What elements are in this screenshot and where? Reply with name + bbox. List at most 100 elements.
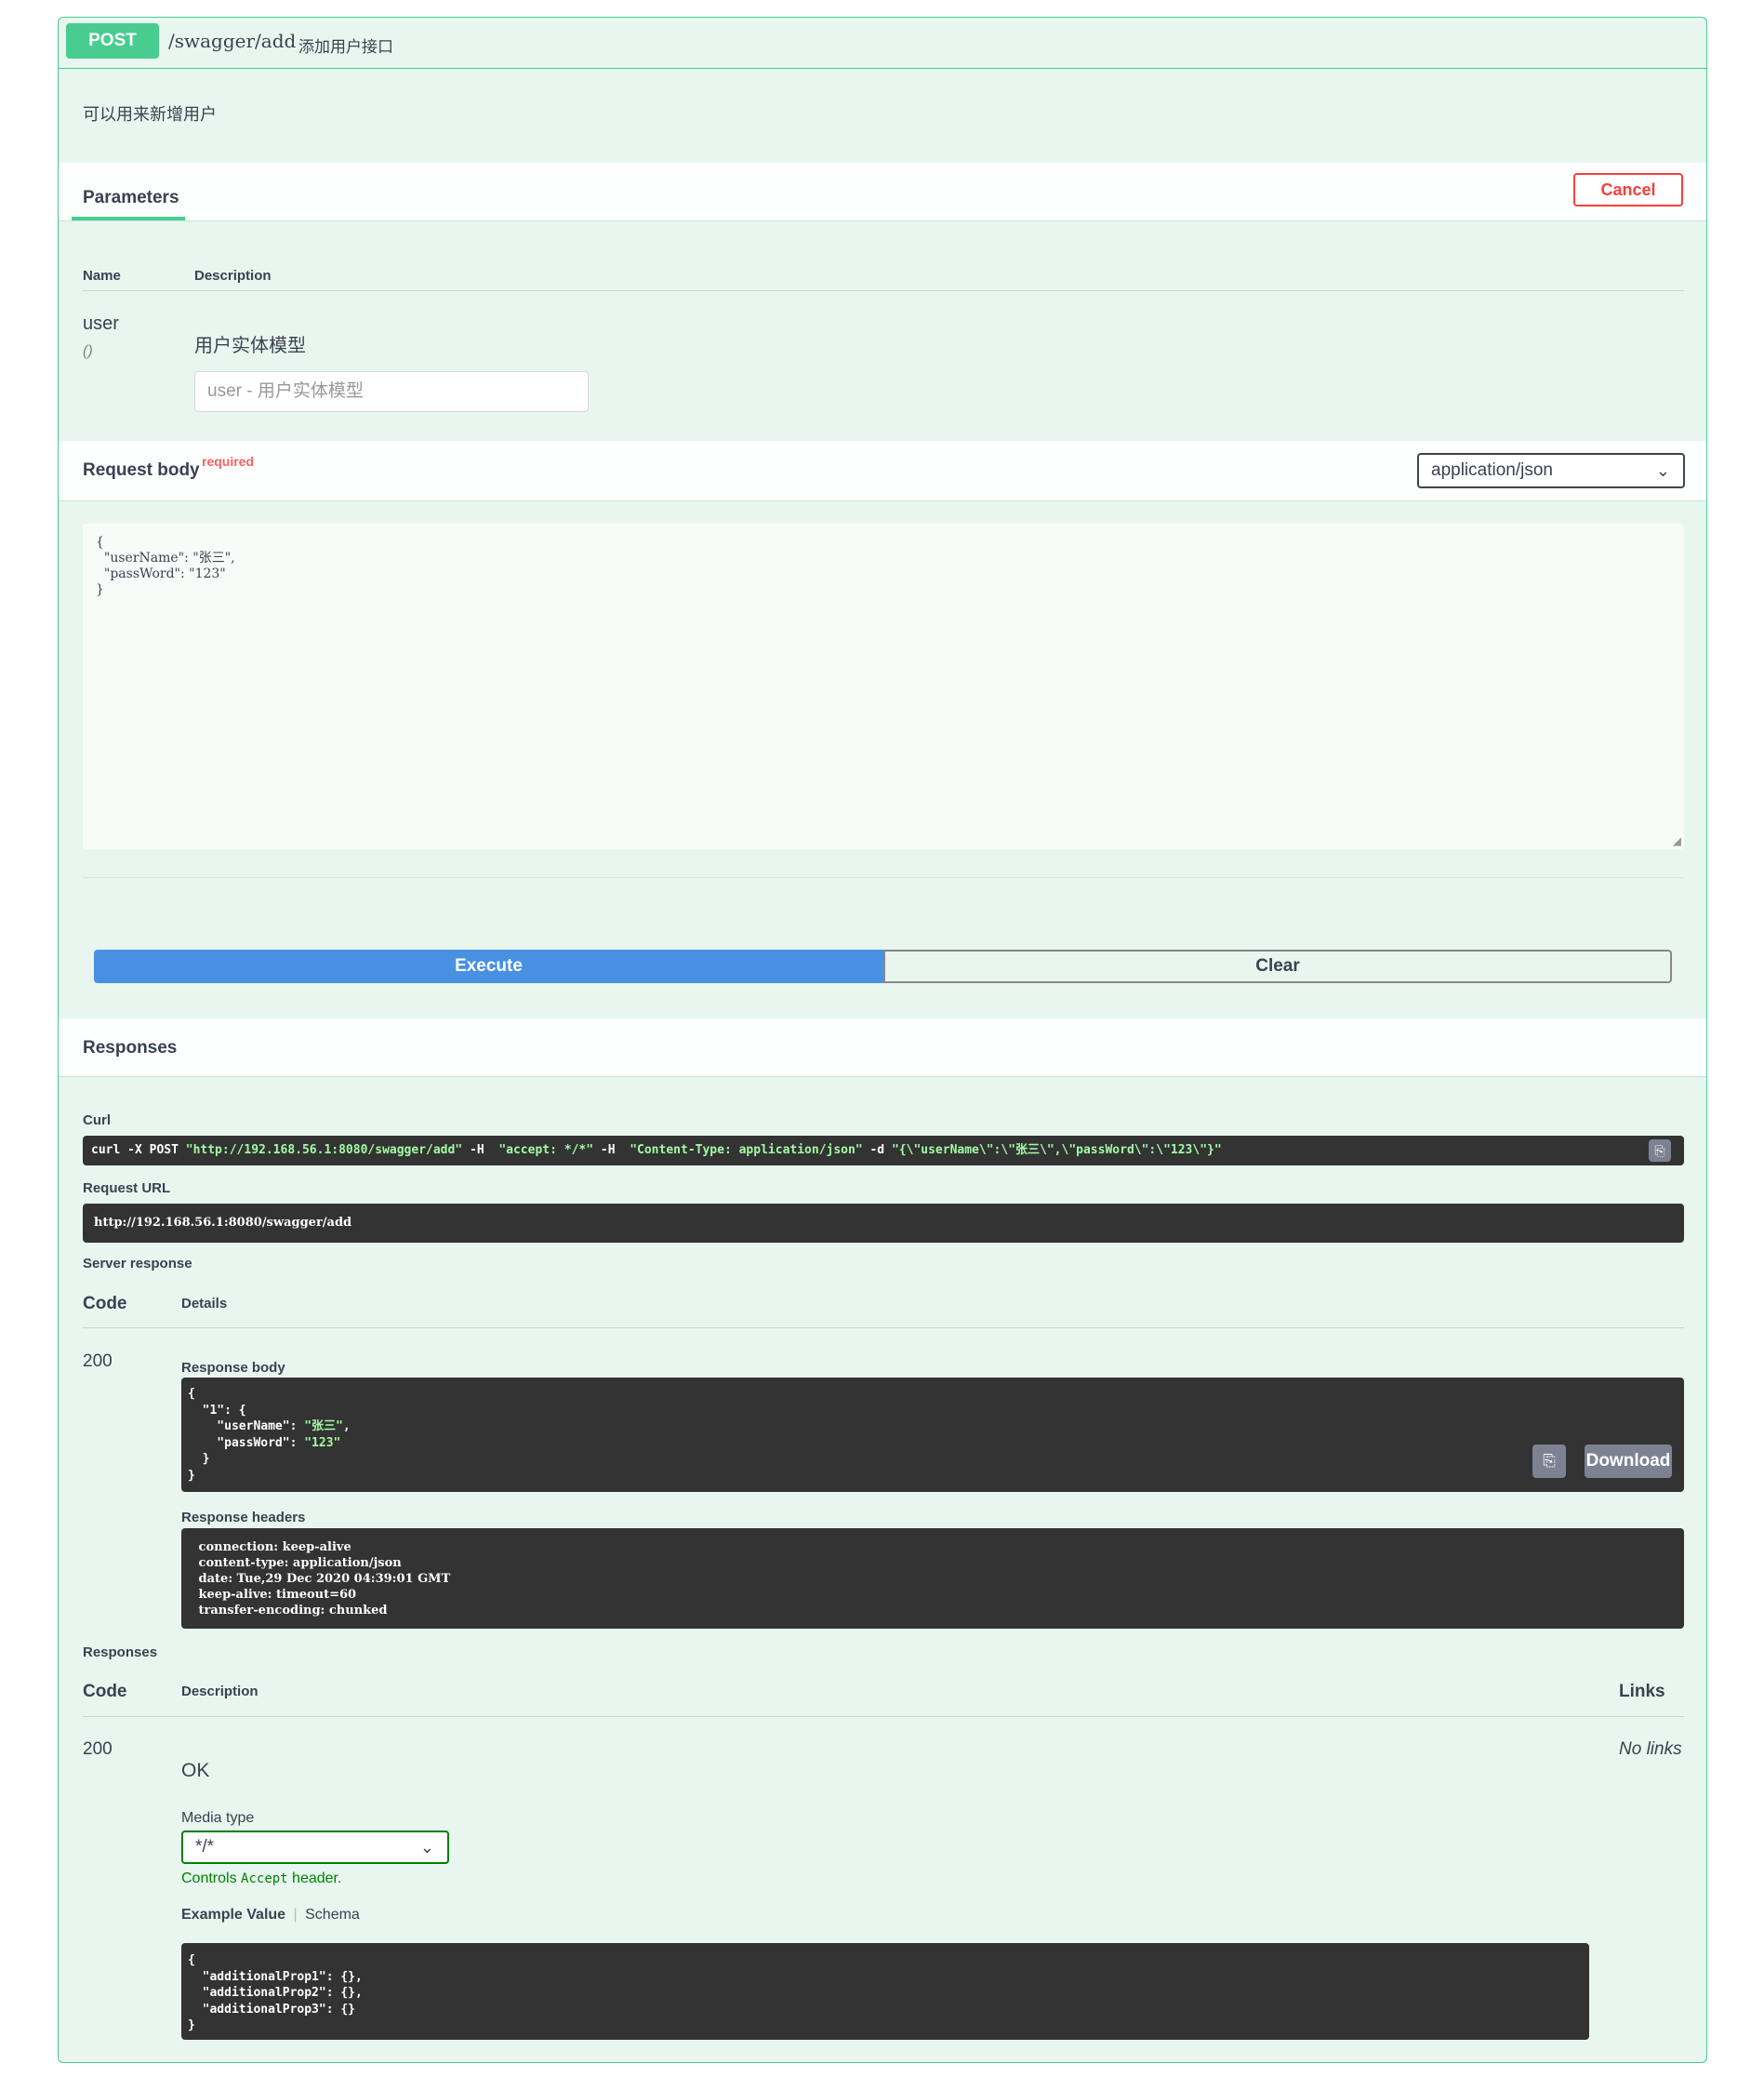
- chevron-down-icon: ⌄: [419, 1838, 434, 1857]
- response-headers-label: Response headers: [181, 1510, 306, 1525]
- tab-underline: [72, 217, 185, 220]
- curl-command[interactable]: curl -X POST "http://192.168.56.1:8080/s…: [83, 1136, 1684, 1165]
- copy-icon[interactable]: ⎘: [1649, 1139, 1671, 1162]
- response-body-label: Response body: [181, 1360, 285, 1376]
- parameters-header: Parameters: [59, 163, 1706, 221]
- response-headers[interactable]: connection: keep-alive content-type: app…: [181, 1528, 1684, 1629]
- note-code: Accept: [241, 1871, 288, 1886]
- controls-accept-note: Controls Accept header.: [181, 1871, 341, 1887]
- code-line: "1": {: [188, 1403, 246, 1418]
- operation-summary-text: 添加用户接口: [298, 38, 393, 56]
- json-value: "123": [304, 1435, 341, 1450]
- required-badge: required: [202, 454, 255, 469]
- header-line: content-type: application/json: [194, 1556, 402, 1570]
- content-type-value: application/json: [1431, 460, 1553, 480]
- user-param-input[interactable]: user - 用户实体模型: [194, 371, 589, 412]
- divider: [83, 1327, 1684, 1328]
- cancel-button[interactable]: Cancel: [1573, 173, 1683, 206]
- code-line: }: [188, 1468, 195, 1483]
- response-headers-text: connection: keep-alive content-type: app…: [194, 1539, 451, 1618]
- header-line: transfer-encoding: chunked: [194, 1604, 388, 1618]
- note-text: header.: [287, 1871, 342, 1886]
- curl-flag: -H: [462, 1143, 499, 1157]
- curl-flag: -d: [862, 1143, 892, 1157]
- col-links-header: Links: [1619, 1682, 1665, 1701]
- chevron-down-icon: ⌄: [1655, 461, 1670, 480]
- divider: [83, 290, 1684, 291]
- curl-body: "{\"userName\":\"张三\",\"passWord\":\"123…: [891, 1143, 1222, 1157]
- operation-summary[interactable]: POST /swagger/add 添加用户接口: [59, 18, 1706, 69]
- json-punct: ,: [342, 1419, 351, 1433]
- media-type-select[interactable]: */* ⌄: [181, 1831, 449, 1864]
- request-body-editor[interactable]: { "userName": "张三", "passWord": "123"} ◢: [83, 524, 1684, 849]
- tab-parameters[interactable]: Parameters: [83, 188, 179, 208]
- json-key: "passWord":: [188, 1435, 305, 1450]
- col-name-header: Name: [83, 268, 121, 284]
- execute-button[interactable]: Execute: [94, 950, 883, 983]
- code-line: "passWord": "123": [188, 1435, 351, 1452]
- code-line: }: [96, 582, 104, 597]
- media-type-label: Media type: [181, 1810, 255, 1826]
- example-value-text: { "additionalProp1": {}, "additionalProp…: [188, 1952, 363, 2034]
- col-description-header: Description: [194, 268, 272, 284]
- content-type-select[interactable]: application/json ⌄: [1417, 453, 1685, 488]
- code-line: "additionalProp3": {}: [188, 2002, 356, 2017]
- download-button[interactable]: Download: [1585, 1445, 1672, 1478]
- request-body-title: Request body: [83, 460, 200, 480]
- curl-url: "http://192.168.56.1:8080/swagger/add": [185, 1143, 463, 1157]
- code-line: "userName": "张三",: [188, 1418, 351, 1435]
- resize-handle-icon[interactable]: ◢: [1673, 833, 1681, 849]
- code-line: {: [188, 1387, 195, 1401]
- operation-path: /swagger/add: [168, 30, 297, 52]
- curl-accept: "accept: */*": [498, 1143, 594, 1157]
- clear-button[interactable]: Clear: [883, 950, 1672, 983]
- copy-icon[interactable]: ⎘: [1532, 1445, 1566, 1478]
- header-line: keep-alive: timeout=60: [194, 1588, 357, 1602]
- response-code: 200: [83, 1351, 113, 1371]
- col-code-header: Code: [83, 1682, 127, 1701]
- tab-schema[interactable]: Schema: [305, 1907, 360, 1923]
- response-body-text: { "1": { "userName": "张三", "passWord": "…: [188, 1386, 351, 1484]
- code-line: "passWord": "123": [96, 566, 226, 581]
- request-url-value[interactable]: http://192.168.56.1:8080/swagger/add: [83, 1204, 1684, 1243]
- response-body[interactable]: { "1": { "userName": "张三", "passWord": "…: [181, 1378, 1684, 1492]
- curl-content-type: "Content-Type: application/json": [630, 1143, 863, 1157]
- param-in: (): [83, 343, 93, 359]
- json-value: "张三": [304, 1419, 343, 1433]
- tab-example-value[interactable]: Example Value: [181, 1907, 285, 1923]
- media-type-value: */*: [195, 1837, 215, 1857]
- code-line: "additionalProp2": {},: [188, 1986, 363, 2000]
- operation-block: POST /swagger/add 添加用户接口 可以用来新增用户 Parame…: [58, 17, 1707, 2063]
- responses-doc-label: Responses: [83, 1644, 158, 1660]
- responses-header: Responses: [59, 1019, 1706, 1077]
- code-line: }: [188, 2018, 195, 2032]
- curl-label: Curl: [83, 1112, 111, 1128]
- response-description: OK: [181, 1760, 210, 1781]
- param-name: user: [83, 313, 119, 334]
- example-value[interactable]: { "additionalProp1": {}, "additionalProp…: [181, 1943, 1589, 2040]
- responses-title: Responses: [83, 1038, 178, 1058]
- json-key: "userName":: [188, 1419, 305, 1433]
- header-line: connection: keep-alive: [194, 1540, 351, 1554]
- code-line: "additionalProp1": {},: [188, 1969, 363, 1984]
- response-code: 200: [83, 1739, 113, 1759]
- example-tabs: Example Value | Schema: [181, 1907, 360, 1924]
- tab-separator: |: [293, 1907, 298, 1923]
- curl-cmd: curl -X POST: [91, 1143, 186, 1157]
- note-text: Controls: [181, 1871, 242, 1886]
- code-line: {: [96, 535, 104, 550]
- code-line: "userName": "张三",: [96, 551, 235, 566]
- col-details-header: Details: [181, 1296, 228, 1311]
- header-line: date: Tue,29 Dec 2020 04:39:01 GMT: [194, 1572, 451, 1586]
- divider: [83, 877, 1684, 878]
- divider: [83, 1716, 1684, 1717]
- operation-description: 可以用来新增用户: [83, 105, 217, 124]
- col-description-header: Description: [181, 1684, 259, 1699]
- no-links-text: No links: [1619, 1739, 1682, 1759]
- col-code-header: Code: [83, 1294, 127, 1313]
- param-description: 用户实体模型: [194, 336, 306, 356]
- code-line: {: [188, 1953, 195, 1967]
- method-badge: POST: [66, 23, 159, 59]
- server-response-label: Server response: [83, 1256, 192, 1271]
- request-body-text: { "userName": "张三", "passWord": "123"}: [96, 535, 235, 598]
